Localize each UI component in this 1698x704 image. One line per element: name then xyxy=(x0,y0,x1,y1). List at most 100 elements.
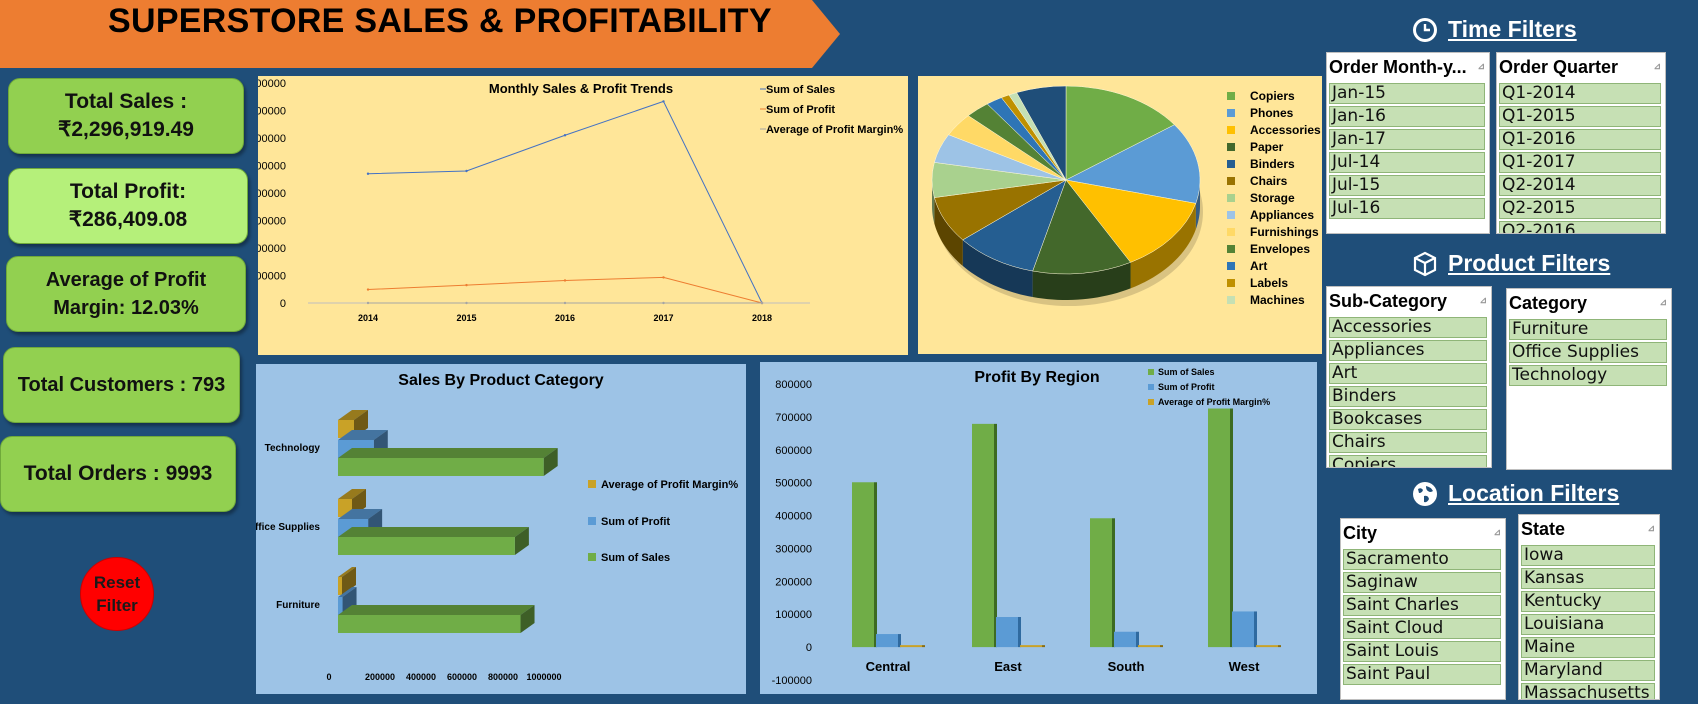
order-month-items: Jan-15 Jan-16 Jan-17 Jul-14 Jul-15 Jul-16 xyxy=(1327,83,1489,219)
clear-filter-icon[interactable]: ⊿ xyxy=(1479,295,1487,306)
box-icon xyxy=(1413,251,1437,276)
legend-swatch xyxy=(1148,369,1154,375)
slicer-item[interactable]: Q1-2014 xyxy=(1499,83,1661,104)
legend-swatch xyxy=(1227,228,1235,236)
clear-filter-icon[interactable]: ⊿ xyxy=(1659,297,1667,308)
bar xyxy=(338,577,342,595)
slicer-item[interactable]: Maine xyxy=(1521,637,1655,658)
slicer-item[interactable]: Bookcases xyxy=(1329,409,1487,430)
legend-swatch xyxy=(1227,126,1235,134)
sub-category-items: Accessories Appliances Art Binders Bookcases… xyxy=(1327,317,1491,467)
data-point xyxy=(563,301,567,305)
bar-side xyxy=(1160,645,1163,648)
y-tick-label: 300000 xyxy=(258,216,286,228)
clear-filter-icon[interactable]: ⊿ xyxy=(1493,527,1501,538)
y-tick-label: 100000 xyxy=(258,271,286,283)
slicer-item[interactable]: Maryland xyxy=(1521,660,1655,681)
slicer-item[interactable]: Q1-2017 xyxy=(1499,152,1661,173)
y-tick-label: 400000 xyxy=(775,511,812,523)
slicer-item[interactable]: Copiers xyxy=(1329,455,1487,467)
profit-by-region-chart: Profit By Region 800000 700000 600000 500000… xyxy=(760,362,1317,694)
data-point xyxy=(563,279,567,282)
slicer-item[interactable]: Jan-16 xyxy=(1329,106,1485,127)
slicer-item[interactable]: Sacramento xyxy=(1343,549,1501,570)
slicer-item[interactable]: Iowa xyxy=(1521,545,1655,566)
bar xyxy=(1232,611,1254,648)
slicer-item[interactable]: Saint Charles xyxy=(1343,595,1501,616)
slicer-item[interactable]: Saginaw xyxy=(1343,572,1501,593)
clear-filter-icon[interactable]: ⊿ xyxy=(1647,523,1655,534)
time-filters-heading: Time Filters xyxy=(1412,16,1577,43)
reset-filter-button[interactable]: Reset Filter xyxy=(80,557,154,631)
order-quarter-slicer-title: Order Quarter ⊿ xyxy=(1499,57,1661,77)
slicer-item[interactable]: Q2-2016 xyxy=(1499,221,1661,233)
bar xyxy=(972,423,994,648)
legend-swatch xyxy=(1227,296,1235,304)
slicer-item[interactable]: Saint Cloud xyxy=(1343,618,1501,639)
bar-side xyxy=(874,482,877,648)
slicer-item[interactable]: Accessories xyxy=(1329,317,1487,338)
slicer-item[interactable]: Binders xyxy=(1329,386,1487,407)
legend-label: Furnishings xyxy=(1250,225,1319,239)
state-slicer-title: State ⊿ xyxy=(1521,519,1655,539)
slicer-item[interactable]: Kentucky xyxy=(1521,591,1655,612)
legend-label: Average of Profit Margin% xyxy=(766,124,903,136)
avg-margin-line2: Margin: 12.03% xyxy=(53,297,199,319)
legend-label: Average of Profit Margin% xyxy=(601,479,738,491)
slicer-item[interactable]: Q2-2014 xyxy=(1499,175,1661,196)
legend-label: Labels xyxy=(1250,276,1288,290)
y-tick-label: 200000 xyxy=(775,576,812,588)
location-filters-label: Location Filters xyxy=(1448,480,1620,506)
state-items: Iowa Kansas Kentucky Louisiana Maine Maryland… xyxy=(1519,545,1659,699)
x-tick-label: Central xyxy=(866,659,911,674)
slicer-item[interactable]: Q1-2015 xyxy=(1499,106,1661,127)
city-slicer-title: City ⊿ xyxy=(1343,523,1501,543)
slicer-item[interactable]: Jul-15 xyxy=(1329,175,1485,196)
legend-label: Paper xyxy=(1250,140,1284,154)
legend-label: Sum of Profit xyxy=(766,104,835,116)
order-quarter-items: Q1-2014 Q1-2015 Q1-2016 Q1-2017 Q2-2014 Q2-20… xyxy=(1497,83,1665,233)
clear-filter-icon[interactable]: ⊿ xyxy=(1653,61,1661,72)
total-customers-value: Total Customers : 793 xyxy=(17,374,226,396)
x-tick-label: 400000 xyxy=(406,672,436,682)
city-slicer: City ⊿ Sacramento Saginaw Saint Charles Sain… xyxy=(1340,518,1506,700)
data-point xyxy=(662,301,665,305)
clock-icon xyxy=(1413,17,1437,42)
x-tick-label: 200000 xyxy=(365,672,395,682)
slicer-item[interactable]: Q1-2016 xyxy=(1499,129,1661,150)
slicer-item[interactable]: Jul-14 xyxy=(1329,152,1485,173)
slicer-item[interactable]: Jan-15 xyxy=(1329,83,1485,104)
total-profit-card: Total Profit: ₹286,409.08 xyxy=(8,168,248,244)
slicer-item[interactable]: Jul-16 xyxy=(1329,198,1485,219)
clear-filter-icon[interactable]: ⊿ xyxy=(1477,61,1485,72)
slicer-item[interactable]: Saint Louis xyxy=(1343,641,1501,662)
slicer-item[interactable]: Appliances xyxy=(1329,340,1487,361)
y-tick-label: 800000 xyxy=(258,78,286,90)
category-items: Furniture Office Supplies Technology xyxy=(1507,319,1671,386)
legend-label: Envelopes xyxy=(1250,242,1310,256)
sub-category-slicer: Sub-Category ⊿ Accessories Appliances Art Bi… xyxy=(1326,286,1492,468)
slicer-item[interactable]: Furniture xyxy=(1509,319,1667,340)
slicer-item[interactable]: Jan-17 xyxy=(1329,129,1485,150)
slicer-item[interactable]: Art xyxy=(1329,363,1487,384)
slicer-item[interactable]: Saint Paul xyxy=(1343,664,1501,685)
data-point xyxy=(662,100,665,103)
data-point xyxy=(465,283,468,287)
x-tick-label: 2016 xyxy=(555,313,575,323)
slicer-item[interactable]: Office Supplies xyxy=(1509,342,1667,363)
bar-top xyxy=(338,448,558,458)
slicer-item[interactable]: Massachusetts xyxy=(1521,683,1655,699)
slicer-item[interactable]: Kansas xyxy=(1521,568,1655,589)
slicer-item[interactable]: Technology xyxy=(1509,365,1667,386)
legend-label: Accessories xyxy=(1250,123,1321,137)
bar xyxy=(338,537,515,555)
slicer-item[interactable]: Q2-2015 xyxy=(1499,198,1661,219)
y-tick-label: 200000 xyxy=(258,243,286,255)
sub-category-slicer-title: Sub-Category ⊿ xyxy=(1329,291,1487,311)
slicer-item[interactable]: Louisiana xyxy=(1521,614,1655,635)
total-profit-value: ₹286,409.08 xyxy=(68,208,188,231)
slicer-item[interactable]: Chairs xyxy=(1329,432,1487,453)
legend-swatch xyxy=(1227,245,1235,253)
product-filters-heading: Product Filters xyxy=(1412,250,1610,277)
bar xyxy=(900,645,922,648)
